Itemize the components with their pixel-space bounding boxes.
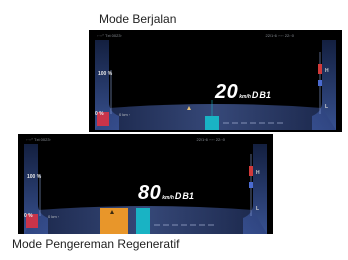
temp-high-letter: H [325,68,329,74]
range-readout: 0 km ◦ [119,112,131,117]
speed-value: 80 [138,182,162,204]
battery-low-label: 0 % [95,111,104,117]
temp-low-letter: L [256,206,260,212]
speed-readout: 80km/hDB1 [138,182,194,205]
gear-step: B1 [182,191,194,201]
temp-high-letter: H [256,170,260,176]
speed-unit: km/h [162,195,174,201]
instrument-cluster-regen: ◦ ◦◦° Txt 0023◦ 22/1◦6 ◦◦◦◦ 22:◦0 100 % … [18,134,273,234]
gear-letter: D [251,90,259,100]
gear-letter: D [174,191,182,201]
status-left: ◦ ◦◦° Txt 0023◦ [26,137,51,142]
speed-readout: 20km/hDB1 [215,81,271,104]
range-readout: 0 km ◦ [48,214,60,219]
gear-step: B1 [259,90,271,100]
status-right-datetime: 22/1◦6 ◦◦◦◦ 22:◦0 [265,33,294,38]
status-left: ◦ ◦◦° Txt 0023◦ [97,33,122,38]
battery-low-label: 0 % [24,213,33,219]
temp-low-letter: L [325,104,329,110]
speed-value: 20 [215,81,239,103]
battery-full-label: 100 % [27,174,42,180]
caption-regen-mode: Mode Pengereman Regeneratif [12,237,180,251]
caption-driving-mode: Mode Berjalan [99,12,177,26]
status-right-datetime: 22/1◦6 ◦◦◦◦ 22:◦0 [196,137,225,142]
battery-full-label: 100 % [98,71,113,77]
instrument-cluster-driving: ◦ ◦◦° Txt 0023◦ 22/1◦6 ◦◦◦◦ 22:◦0 100 % … [89,30,342,132]
speed-unit: km/h [239,94,251,100]
